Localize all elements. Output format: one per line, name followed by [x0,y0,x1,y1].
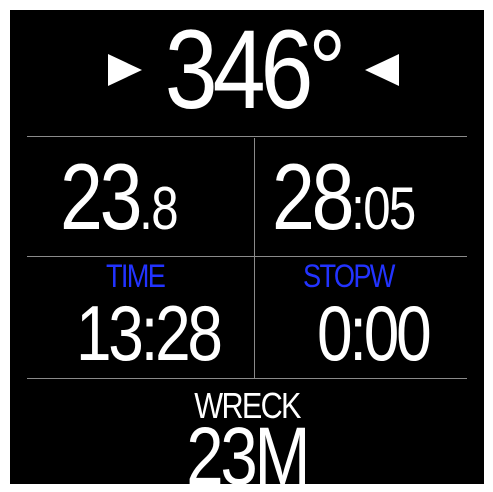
dive-time-minutes: 28 [272,144,354,249]
depth-decimal: .8 [139,175,178,242]
divider-top [27,136,467,137]
divider-bottom [27,378,467,379]
time-label: TIME [106,258,166,294]
divider-middle [27,256,467,257]
destination-value-text: 23M [186,411,311,485]
divider-vertical [254,138,255,378]
dive-computer-screen: 346° 23.8 28:05 TIME STOPW 13:28 0:00 WR… [10,10,484,484]
dive-time-seconds: :05 [351,175,416,242]
compass-heading-row: 346° [10,10,484,136]
time-value: 13:28 [76,289,223,377]
stopwatch-value: 0:00 [317,289,432,377]
triangle-left-icon [365,54,399,86]
depth-integer: 23 [60,144,142,249]
compass-heading-value: 346° [164,10,347,132]
triangle-right-icon [108,54,142,86]
depth-value: 23.8 [60,150,179,256]
dive-time-value: 28:05 [272,150,416,256]
destination-value: 23M [10,411,484,485]
stopwatch-label: STOPW [303,258,395,294]
